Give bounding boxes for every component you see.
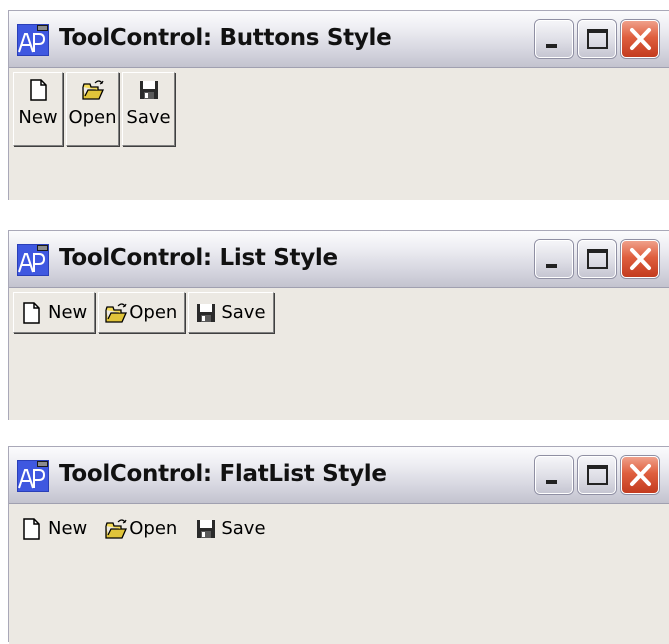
open-button-label: Open bbox=[129, 302, 178, 323]
window-buttons-style: ToolControl: Buttons Style New Open Save bbox=[8, 10, 669, 200]
save-disk-icon bbox=[139, 81, 158, 99]
maximize-icon bbox=[587, 249, 608, 269]
open-folder-icon bbox=[105, 518, 128, 539]
new-document-icon bbox=[23, 517, 40, 540]
save-button[interactable]: Save bbox=[122, 72, 175, 146]
window-list-style: ToolControl: List Style New Open Save bbox=[8, 230, 669, 420]
minimize-icon bbox=[546, 264, 557, 268]
open-button-label: Open bbox=[68, 107, 117, 128]
minimize-icon bbox=[546, 44, 557, 48]
open-button-label: Open bbox=[129, 518, 178, 539]
minimize-button[interactable] bbox=[535, 20, 573, 58]
app-icon bbox=[17, 244, 49, 276]
new-document-icon bbox=[23, 301, 40, 324]
title-bar[interactable]: ToolControl: List Style bbox=[9, 231, 669, 288]
minimize-icon bbox=[546, 480, 557, 484]
window-title: ToolControl: Buttons Style bbox=[59, 25, 392, 51]
close-button[interactable] bbox=[621, 20, 659, 58]
maximize-icon bbox=[587, 465, 608, 485]
app-icon bbox=[17, 460, 49, 492]
open-button[interactable]: Open bbox=[98, 508, 185, 549]
maximize-button[interactable] bbox=[578, 20, 616, 58]
title-bar[interactable]: ToolControl: FlatList Style bbox=[9, 447, 669, 504]
save-button[interactable]: Save bbox=[188, 508, 273, 549]
close-button[interactable] bbox=[621, 240, 659, 278]
close-icon bbox=[630, 28, 651, 50]
new-button-label: New bbox=[18, 107, 58, 128]
maximize-button[interactable] bbox=[578, 240, 616, 278]
close-icon bbox=[630, 464, 651, 486]
window-flatlist-style: ToolControl: FlatList Style New Open Sav… bbox=[8, 446, 669, 644]
new-button[interactable]: New bbox=[13, 292, 96, 333]
client-area: New Open Save bbox=[9, 288, 669, 420]
save-button[interactable]: Save bbox=[188, 292, 274, 333]
toolbar: New Open Save bbox=[13, 72, 178, 146]
minimize-button[interactable] bbox=[535, 456, 573, 494]
app-icon bbox=[17, 24, 49, 56]
open-folder-icon bbox=[105, 302, 128, 323]
maximize-button[interactable] bbox=[578, 456, 616, 494]
new-button-label: New bbox=[48, 302, 88, 323]
save-disk-icon bbox=[197, 519, 216, 538]
new-button[interactable]: New bbox=[13, 72, 63, 146]
toolbar: New Open Save bbox=[13, 508, 277, 549]
close-button[interactable] bbox=[621, 456, 659, 494]
save-button-label: Save bbox=[221, 302, 266, 323]
window-title: ToolControl: FlatList Style bbox=[59, 461, 387, 487]
open-folder-icon bbox=[81, 80, 104, 100]
client-area: New Open Save bbox=[9, 504, 669, 644]
close-icon bbox=[630, 248, 651, 270]
save-button-label: Save bbox=[221, 518, 266, 539]
toolbar: New Open Save bbox=[13, 292, 277, 333]
open-button[interactable]: Open bbox=[66, 72, 119, 146]
new-button[interactable]: New bbox=[13, 508, 95, 549]
save-disk-icon bbox=[197, 303, 216, 322]
save-button-label: Save bbox=[126, 107, 171, 128]
client-area: New Open Save bbox=[9, 68, 669, 200]
window-title: ToolControl: List Style bbox=[59, 245, 338, 271]
maximize-icon bbox=[587, 29, 608, 49]
minimize-button[interactable] bbox=[535, 240, 573, 278]
open-button[interactable]: Open bbox=[98, 292, 186, 333]
title-bar[interactable]: ToolControl: Buttons Style bbox=[9, 11, 669, 68]
new-button-label: New bbox=[48, 518, 88, 539]
new-document-icon bbox=[30, 79, 47, 101]
